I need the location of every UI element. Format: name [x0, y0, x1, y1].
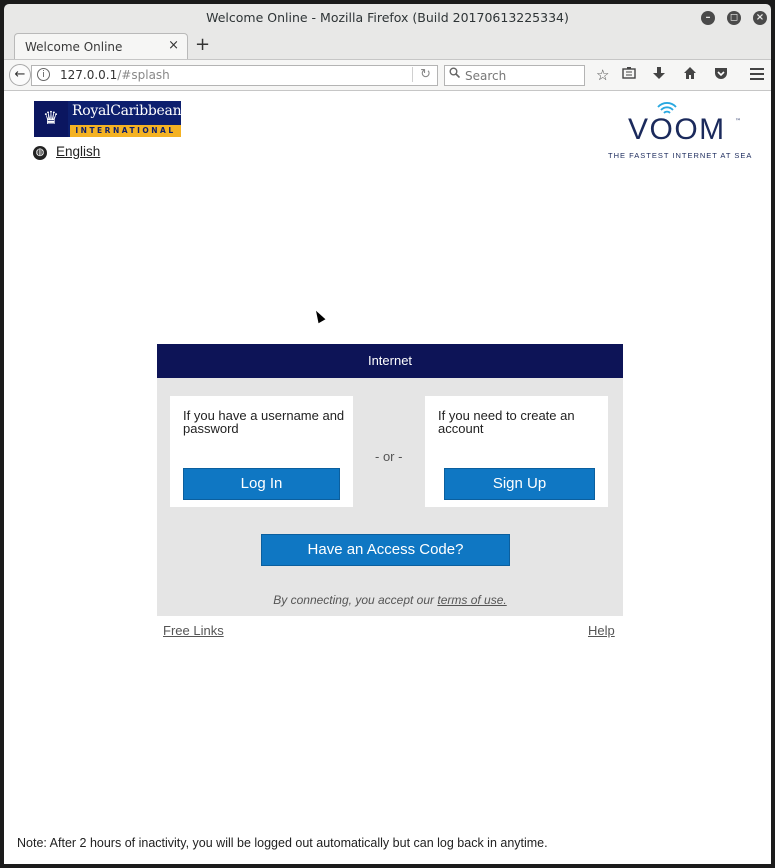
download-icon[interactable]	[653, 66, 665, 84]
logo-band: INTERNATIONAL	[70, 125, 181, 137]
page-content: ♛ RoyalCaribbean INTERNATIONAL ◍ English…	[4, 91, 771, 864]
search-bar[interactable]	[444, 65, 585, 86]
window-title: Welcome Online - Mozilla Firefox (Build …	[206, 10, 569, 25]
home-icon[interactable]	[683, 66, 697, 84]
logo-wordmark: RoyalCaribbean	[72, 103, 182, 119]
access-code-button[interactable]: Have an Access Code?	[261, 534, 510, 566]
url-host: 127.0.0.1	[60, 68, 118, 82]
maximize-icon[interactable]: ◻	[727, 11, 741, 25]
url-text[interactable]: 127.0.0.1/#splash	[60, 68, 170, 82]
close-window-icon[interactable]: ×	[753, 11, 767, 25]
search-input[interactable]	[465, 67, 575, 84]
sign-up-button[interactable]: Sign Up	[444, 468, 595, 500]
voom-trademark: ™	[735, 118, 741, 125]
search-icon	[449, 67, 461, 81]
internet-panel: Internet If you have a username and pass…	[157, 344, 623, 616]
free-links-link[interactable]: Free Links	[163, 623, 224, 638]
royal-caribbean-logo[interactable]: ♛ RoyalCaribbean INTERNATIONAL	[34, 101, 182, 137]
voom-tagline: THE FASTEST INTERNET AT SEA	[608, 151, 753, 160]
terms-notice: By connecting, you accept our terms of u…	[157, 593, 623, 607]
menu-icon[interactable]	[750, 66, 764, 84]
url-bar[interactable]: i 127.0.0.1/#splash ↻	[31, 65, 438, 86]
panel-header: Internet	[157, 344, 623, 378]
pocket-icon[interactable]	[714, 66, 728, 84]
new-tab-icon[interactable]: +	[195, 34, 210, 55]
help-link[interactable]: Help	[588, 623, 615, 638]
voom-logo: VOOM ™ THE FASTEST INTERNET AT SEA	[608, 101, 758, 161]
reader-icon[interactable]	[622, 66, 636, 84]
tab-welcome-online[interactable]: Welcome Online ×	[14, 33, 188, 59]
navigation-toolbar: ← i 127.0.0.1/#splash ↻ ☆	[4, 59, 771, 91]
inactivity-note: Note: After 2 hours of inactivity, you w…	[17, 836, 548, 850]
or-separator: - or -	[375, 449, 403, 464]
terms-prefix: By connecting, you accept our	[273, 593, 438, 607]
tab-strip: Welcome Online × +	[4, 31, 771, 59]
tab-close-icon[interactable]: ×	[168, 38, 179, 53]
url-path: /#splash	[117, 68, 170, 82]
crown-anchor-icon: ♛	[34, 101, 68, 137]
minimize-icon[interactable]: –	[701, 11, 715, 25]
signup-card-text: If you need to create an account	[438, 408, 575, 436]
bookmark-star-icon[interactable]: ☆	[596, 66, 609, 84]
language-selector[interactable]: English	[56, 144, 100, 159]
login-card-text: If you have a username and password	[183, 408, 345, 436]
globe-icon: ◍	[33, 146, 47, 160]
log-in-button[interactable]: Log In	[183, 468, 340, 500]
reload-icon[interactable]: ↻	[412, 67, 431, 82]
login-card: If you have a username and password Log …	[170, 396, 353, 507]
browser-window: Welcome Online - Mozilla Firefox (Build …	[4, 4, 771, 864]
voom-wordmark: VOOM	[628, 113, 726, 146]
back-icon[interactable]: ←	[9, 64, 31, 86]
terms-of-use-link[interactable]: terms of use.	[437, 593, 506, 607]
info-icon[interactable]: i	[37, 68, 50, 81]
tab-title: Welcome Online	[25, 40, 123, 54]
signup-card: If you need to create an account Sign Up	[425, 396, 608, 507]
